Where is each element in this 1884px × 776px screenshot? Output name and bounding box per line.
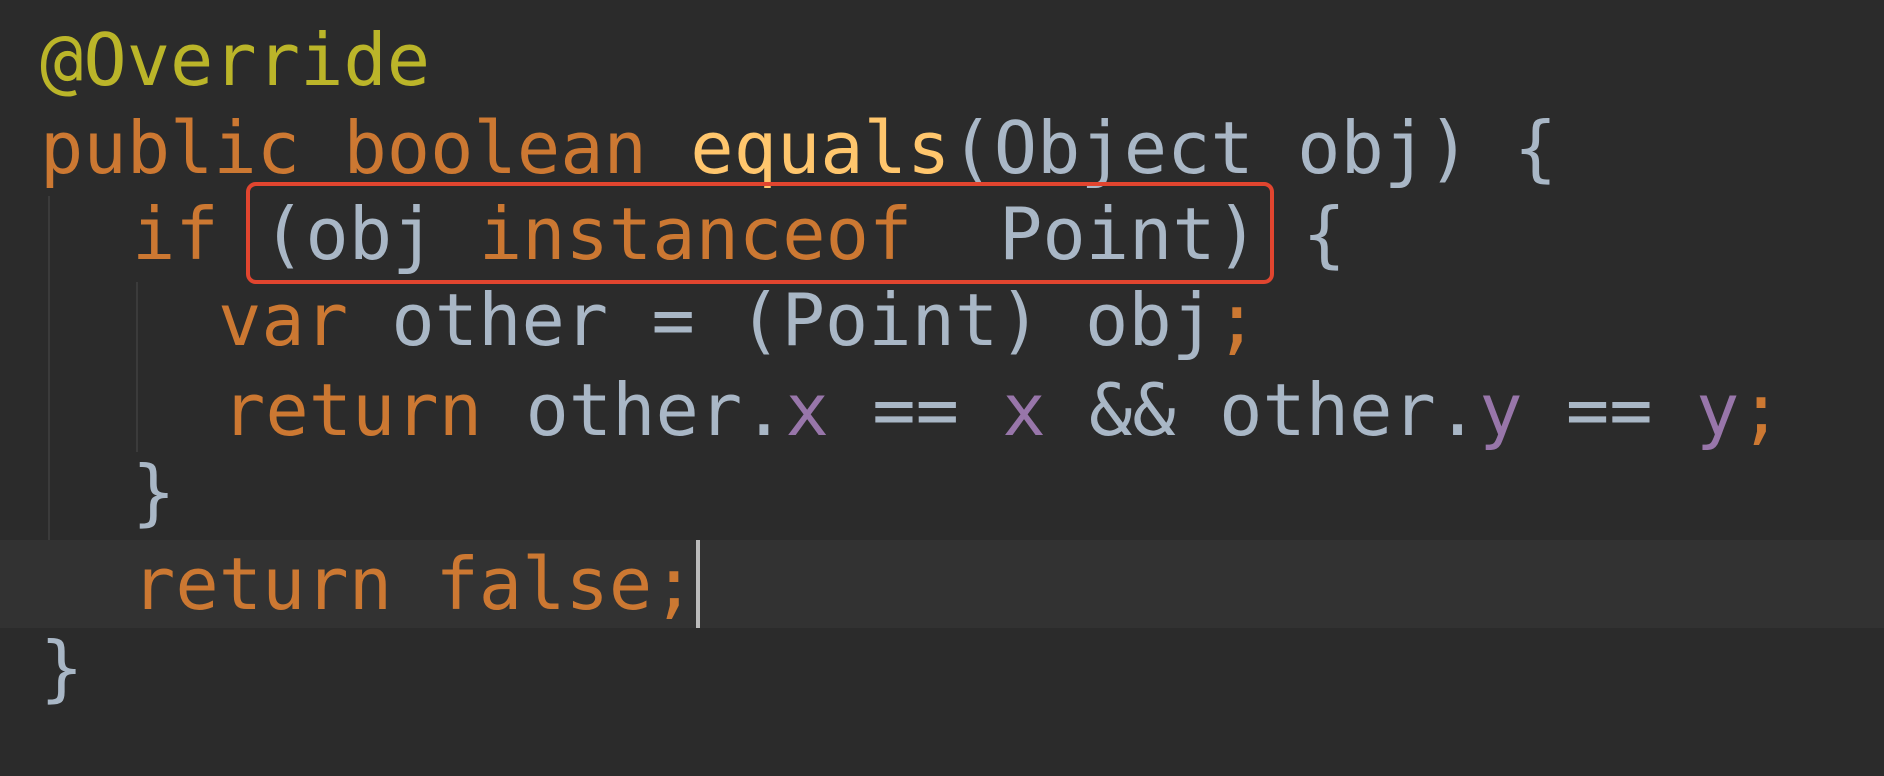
annotation-override: @Override <box>40 18 431 102</box>
semicolon: ; <box>1739 368 1783 452</box>
code-line-1: @Override <box>40 16 430 104</box>
param-name: obj <box>1297 106 1428 190</box>
keyword-false: false <box>435 542 653 626</box>
var-name: other <box>391 278 609 362</box>
if-open-brace: { <box>1302 192 1346 276</box>
code-line-7-current[interactable]: return false; <box>0 540 1884 628</box>
and-operator: && <box>1089 368 1176 452</box>
equals-operator-2: == <box>1565 368 1653 452</box>
type-cast: (Point) <box>738 278 1042 362</box>
field-y-1: y <box>1479 368 1523 452</box>
keyword-boolean: boolean <box>343 106 647 190</box>
code-editor[interactable]: @Override public boolean equals(Object o… <box>0 0 1884 776</box>
code-line-6: } <box>132 448 175 536</box>
other-ref-2: other. <box>1219 368 1480 452</box>
keyword-public: public <box>40 106 301 190</box>
field-x-1: x <box>785 368 829 452</box>
field-y-2: y <box>1695 368 1740 452</box>
assign-operator: = <box>651 278 695 362</box>
code-line-4: var other = (Point) obj; <box>218 276 1258 364</box>
keyword-return: return <box>132 542 393 626</box>
indent-guide <box>136 282 138 452</box>
equals-operator-1: == <box>872 368 959 452</box>
param-type: Object <box>993 106 1254 190</box>
cast-obj: obj <box>1085 278 1216 362</box>
code-line-8: } <box>40 624 83 712</box>
field-x-2: x <box>1002 368 1046 452</box>
semicolon: ; <box>1215 278 1259 362</box>
close-paren: ) <box>1427 106 1471 190</box>
method-close-brace: } <box>40 626 84 710</box>
text-caret <box>695 540 700 628</box>
semicolon: ; <box>652 542 696 626</box>
keyword-return: return <box>222 368 483 452</box>
instanceof-highlight-box <box>246 182 1274 284</box>
open-brace: { <box>1513 106 1558 190</box>
method-name: equals <box>690 106 951 190</box>
code-line-2: public boolean equals(Object obj) { <box>40 104 1557 192</box>
if-close-brace: } <box>132 450 176 534</box>
open-paren: ( <box>950 106 994 190</box>
keyword-var: var <box>218 278 349 362</box>
keyword-if: if <box>132 192 219 276</box>
other-ref-1: other. <box>525 368 786 452</box>
code-line-5: return other.x == x && other.y == y; <box>222 366 1783 454</box>
